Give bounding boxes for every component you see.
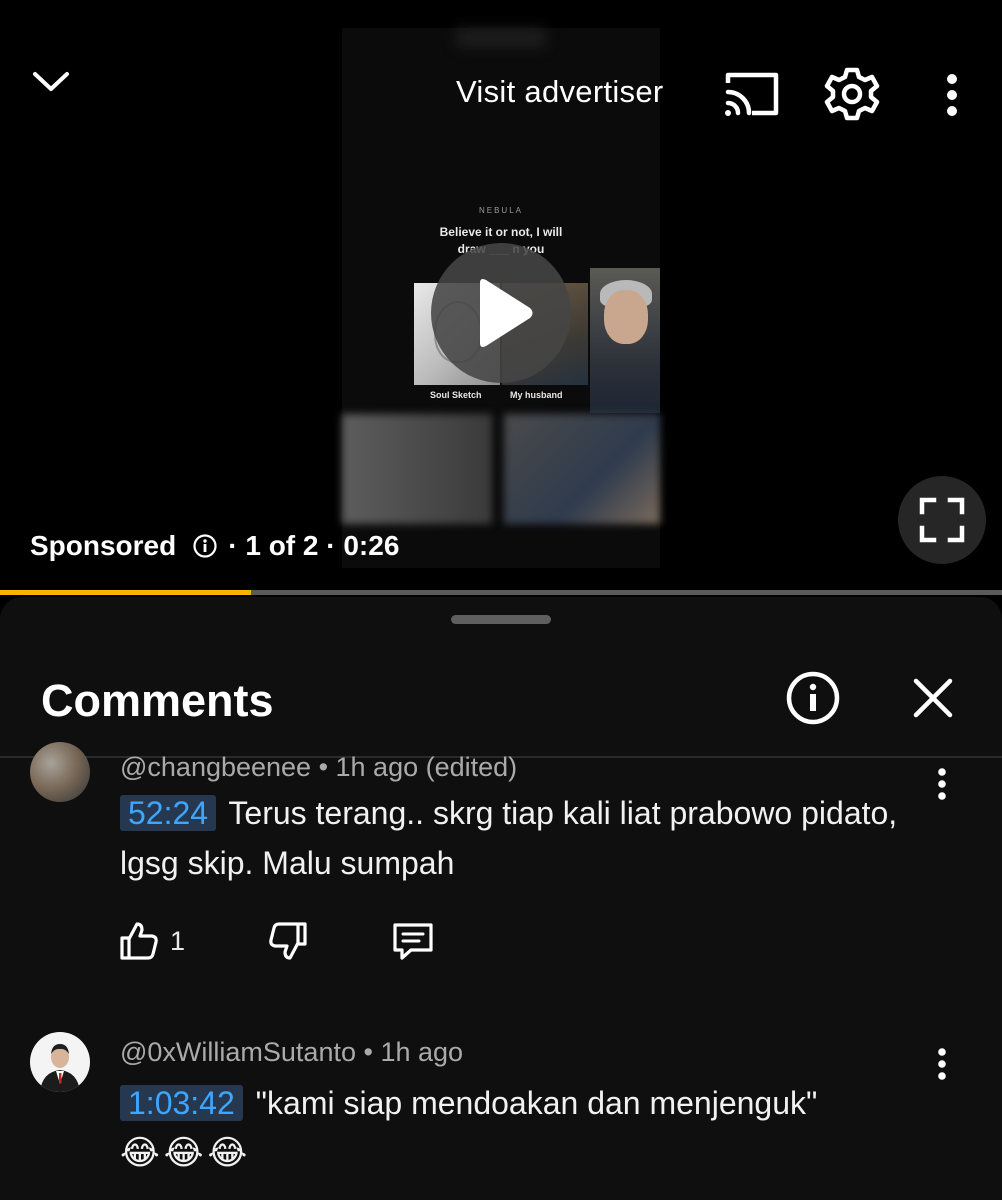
comment-actions: 1 [118, 920, 435, 962]
visit-advertiser-button[interactable]: Visit advertiser [456, 74, 664, 110]
ad-progress-bar[interactable] [0, 590, 1002, 595]
collapse-player-button[interactable] [28, 62, 74, 102]
like-button[interactable] [118, 920, 160, 962]
like-count: 1 [170, 925, 186, 956]
comment-author-line[interactable]: @0xWilliamSutanto • 1h ago [120, 1037, 463, 1068]
comment-more-button[interactable] [930, 1042, 954, 1086]
thumbs-down-icon [269, 922, 307, 960]
ad-blurred-header [456, 28, 546, 48]
cast-icon [725, 72, 779, 116]
settings-button[interactable] [822, 64, 882, 124]
comment-text-body: Terus terang.. skrg tiap kali liat prabo… [120, 795, 898, 881]
player-more-button[interactable] [930, 70, 974, 120]
ad-panel-label-mid: My husband [510, 390, 563, 400]
comment-more-button[interactable] [930, 762, 954, 806]
gear-icon [824, 67, 880, 121]
comment-text: 1:03:42 "kami siap mendoakan dan menjeng… [120, 1078, 920, 1178]
chevron-down-icon [33, 72, 69, 91]
ad-blurred-image-right [504, 414, 660, 524]
ad-blurred-image-left [342, 414, 492, 524]
play-button[interactable] [431, 243, 571, 383]
comment-timestamp-link[interactable]: 52:24 [120, 795, 217, 831]
play-icon [480, 279, 533, 347]
avatar[interactable] [30, 742, 90, 802]
comment-author-line[interactable]: @changbeenee • 1h ago (edited) [120, 752, 517, 783]
thumbs-up-icon [120, 922, 158, 960]
avatar[interactable] [30, 1032, 90, 1092]
cast-button[interactable] [720, 66, 784, 122]
reply-button[interactable] [391, 920, 435, 962]
close-icon [913, 678, 953, 718]
reply-icon [393, 923, 433, 960]
fullscreen-button[interactable] [898, 476, 986, 564]
comment-text-body: "kami siap mendoakan dan menjenguk" [255, 1085, 818, 1121]
video-player[interactable]: NEBULA Believe it or not, I will draw __… [0, 0, 1002, 595]
avatar-portrait [40, 1044, 80, 1092]
ad-position-label: · 1 of 2 · 0:26 [228, 530, 400, 561]
more-vertical-icon [938, 768, 946, 800]
comment-item: @0xWilliamSutanto • 1h ago 1:03:42 "kami… [0, 1017, 1002, 1200]
dislike-button[interactable] [267, 920, 309, 962]
ad-brand-text: NEBULA [478, 206, 523, 215]
more-vertical-icon [938, 1048, 946, 1080]
fullscreen-icon [919, 497, 965, 543]
ad-caption-line1: Believe it or not, I will [439, 225, 563, 239]
comment-text: 52:24 Terus terang.. skrg tiap kali liat… [120, 788, 920, 888]
sheet-drag-handle[interactable] [451, 615, 551, 624]
comment-emojis: 😂😂😂 [120, 1134, 252, 1172]
ad-meta-line: Sponsored · 1 of 2 · 0:26 [30, 530, 399, 562]
more-vertical-icon [947, 74, 957, 116]
ad-progress-fill [0, 590, 251, 595]
sponsored-label: Sponsored [30, 530, 177, 561]
ad-person-image [590, 268, 660, 413]
comments-sheet: Comments @changbeenee • 1h ago (edited) … [0, 597, 1002, 1200]
ad-panel-label-left: Soul Sketch [430, 390, 482, 400]
comment-item: @changbeenee • 1h ago (edited) 52:24 Ter… [0, 717, 1002, 987]
comment-timestamp-link[interactable]: 1:03:42 [120, 1085, 243, 1121]
ad-info-icon[interactable] [192, 533, 218, 559]
